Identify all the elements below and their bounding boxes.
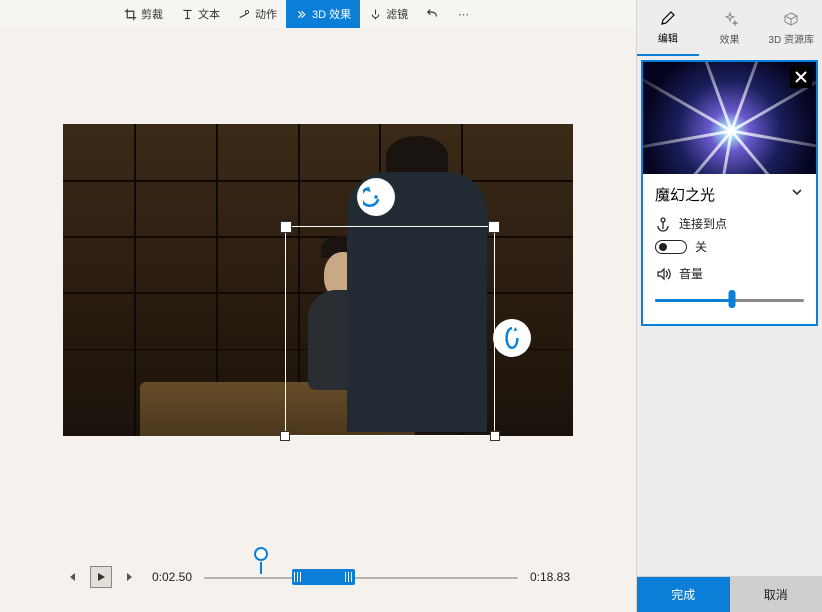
effect-thumbnail[interactable] [643,62,816,174]
side-tab-3d-library[interactable]: 3D 资源库 [760,0,822,56]
timeline: 0:02.50 0:18.83 [0,542,636,612]
text-icon [181,8,194,21]
side-tabs: 编辑 效果 3D 资源库 [637,0,822,56]
tool-crop[interactable]: 剪裁 [115,0,172,28]
sparkle-icon [722,11,738,27]
next-frame-button[interactable] [120,566,140,588]
clip-handle-right[interactable] [345,571,353,583]
anchor-icon [655,216,671,232]
clip-handle-left[interactable] [294,571,302,583]
close-icon [794,70,808,84]
volume-icon [655,266,671,282]
tool-3d-effects[interactable]: 3D 效果 [286,0,360,28]
rotate-handle-top[interactable] [357,178,395,216]
collapse-toggle[interactable] [790,185,804,204]
anchor-toggle[interactable] [655,240,687,254]
effect-clip[interactable] [292,569,355,585]
preview-area [0,28,636,542]
undo-icon [426,6,440,20]
anchor-label: 连接到点 [679,215,727,232]
total-time: 0:18.83 [526,570,574,584]
side-tab-edit[interactable]: 编辑 [637,0,699,56]
tool-label: 滤镜 [386,6,408,22]
volume-slider[interactable] [655,288,804,310]
side-panel: 编辑 效果 3D 资源库 [636,0,822,612]
pencil-icon [660,10,676,26]
effect-card: 魔幻之光 连接到点 关 音量 [641,60,818,326]
side-tab-label: 效果 [720,31,740,46]
cancel-button[interactable]: 取消 [730,577,822,612]
tool-label: 文本 [198,6,220,22]
tool-filters[interactable]: 滤镜 [360,0,417,28]
rotate-z-icon [363,184,389,210]
timeline-track[interactable] [204,557,518,597]
video-frame[interactable] [63,124,573,436]
crop-icon [124,8,137,21]
remove-effect-button[interactable] [790,66,812,88]
side-tab-label: 3D 资源库 [768,31,814,46]
volume-label: 音量 [679,265,703,282]
effect-3d-icon [295,8,308,21]
tool-label: 剪裁 [141,6,163,22]
cube-icon [783,11,799,27]
undo-button[interactable] [417,6,449,23]
playhead[interactable] [254,547,268,561]
toggle-state-label: 关 [695,238,707,255]
tool-label: 3D 效果 [312,6,351,22]
tool-motion[interactable]: 动作 [229,0,286,28]
side-footer: 完成 取消 [637,576,822,612]
prev-frame-button[interactable] [62,566,82,588]
top-toolbar: 剪裁 文本 动作 3D 效果 滤镜 [0,0,636,28]
effect-title: 魔幻之光 [655,184,715,205]
play-button[interactable] [90,566,112,588]
overflow-button[interactable]: ⋯ [449,8,478,21]
slider-thumb[interactable] [729,290,736,308]
side-tab-label: 编辑 [658,30,678,45]
rotate-y-icon [499,325,525,351]
rotate-handle-side[interactable] [493,319,531,357]
motion-icon [238,8,251,21]
current-time: 0:02.50 [148,570,196,584]
chevron-down-icon [790,185,804,199]
play-icon [96,572,106,582]
filter-icon [369,8,382,21]
tool-text[interactable]: 文本 [172,0,229,28]
tool-label: 动作 [255,6,277,22]
side-tab-effects[interactable]: 效果 [699,0,761,56]
done-button[interactable]: 完成 [637,577,730,612]
